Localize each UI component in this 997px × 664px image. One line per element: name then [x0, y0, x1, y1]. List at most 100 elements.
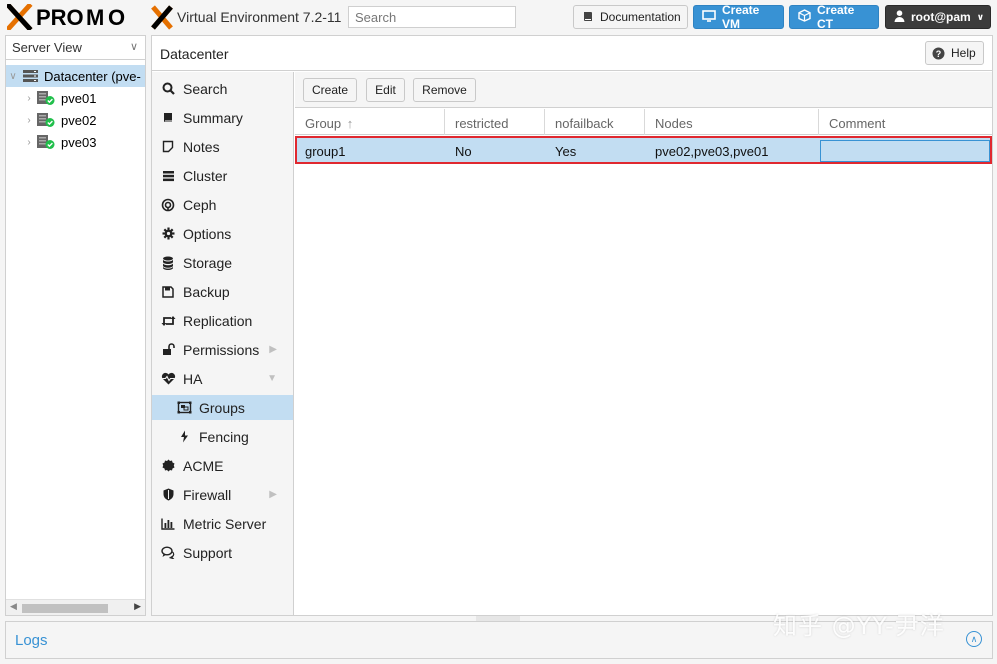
proxmox-logo: PRO M O — [5, 2, 175, 32]
nav-item-support[interactable]: Support — [152, 540, 293, 565]
nav-item-groups[interactable]: Groups — [152, 395, 293, 420]
nav-label: Notes — [183, 138, 220, 155]
nav-label: Backup — [183, 283, 230, 300]
nav-item-ceph[interactable]: Ceph — [152, 192, 293, 217]
nav-item-options[interactable]: Options — [152, 221, 293, 246]
create-vm-button[interactable]: Create VM — [693, 3, 784, 31]
nav-label: HA — [183, 370, 203, 387]
config-nav: Search Summary Notes Cluster Ceph Option… — [152, 72, 294, 615]
tree-item-node[interactable]: › pve03 — [6, 131, 145, 153]
ceph-icon — [160, 198, 176, 212]
help-label: Help — [951, 46, 976, 60]
expand-toggle-icon[interactable]: ∨ — [8, 71, 18, 82]
nav-label: Cluster — [183, 167, 228, 184]
nav-item-acme[interactable]: ACME — [152, 453, 293, 478]
node-online-icon — [36, 90, 56, 106]
nav-label: Replication — [183, 312, 253, 329]
nav-item-fencing[interactable]: Fencing — [152, 424, 293, 449]
nav-item-permissions[interactable]: Permissions ▶ — [152, 337, 293, 362]
tree-item-datacenter[interactable]: ∨ Datacenter (pve- — [6, 65, 145, 87]
user-menu-button[interactable]: root@pam ∨ — [885, 5, 991, 29]
object-group-icon — [176, 401, 192, 414]
nav-item-firewall[interactable]: Firewall ▶ — [152, 482, 293, 507]
tree-item-label: pve01 — [61, 90, 97, 106]
bar-chart-icon — [160, 518, 176, 530]
tree-item-label: pve03 — [61, 134, 97, 150]
heartbeat-icon — [160, 372, 176, 385]
user-label: root@pam — [911, 10, 971, 24]
nav-item-metric-server[interactable]: Metric Server — [152, 511, 293, 536]
nav-label: Ceph — [183, 196, 217, 213]
tree-item-label: Datacenter (pve- — [44, 68, 141, 84]
create-button[interactable]: Create — [303, 78, 357, 102]
scroll-right-icon[interactable]: ▶ — [134, 601, 141, 612]
tree-item-node[interactable]: › pve02 — [6, 109, 145, 131]
book-icon — [160, 112, 176, 124]
monitor-icon — [702, 9, 716, 25]
cell-group: group1 — [305, 144, 346, 159]
column-label: Nodes — [655, 116, 693, 131]
column-header-comment[interactable]: Comment — [819, 109, 992, 135]
nav-item-notes[interactable]: Notes — [152, 134, 293, 159]
svg-text:M: M — [86, 5, 104, 30]
expand-logs-icon[interactable]: ∧ — [966, 631, 982, 647]
svg-text:?: ? — [936, 49, 942, 59]
nav-label: ACME — [183, 457, 224, 474]
caret-down-icon: ▼ — [267, 373, 277, 384]
sort-ascending-icon: ↑ — [346, 116, 354, 131]
nav-item-summary[interactable]: Summary — [152, 105, 293, 130]
nav-item-replication[interactable]: Replication — [152, 308, 293, 333]
nav-label: Options — [183, 225, 232, 242]
chevron-right-icon[interactable]: › — [24, 115, 34, 126]
search-input[interactable] — [348, 6, 516, 28]
nav-label: Firewall — [183, 486, 232, 503]
watermark: 知乎 @YY-尹洋 — [773, 612, 945, 640]
nav-item-cluster[interactable]: Cluster — [152, 163, 293, 188]
nav-item-ha[interactable]: HA ▼ — [152, 366, 293, 391]
datacenter-panel: Datacenter ? Help Search Summary Notes C… — [151, 35, 993, 616]
horizontal-scrollbar[interactable]: ◀ ▶ — [6, 599, 145, 615]
cell-nodes: pve02,pve03,pve01 — [655, 144, 769, 159]
grid-header: Group ↑ restricted nofailback Nodes Comm… — [295, 109, 992, 135]
cell-comment[interactable] — [820, 140, 990, 162]
retweet-icon — [160, 315, 176, 327]
column-header-group[interactable]: Group ↑ — [295, 109, 445, 135]
chevron-down-icon: ∨ — [976, 11, 985, 22]
column-header-restricted[interactable]: restricted — [445, 109, 545, 135]
shield-icon — [160, 488, 176, 501]
nav-label: Search — [183, 80, 228, 97]
documentation-label: Documentation — [600, 10, 681, 24]
documentation-button[interactable]: Documentation — [573, 5, 688, 29]
scrollbar-thumb[interactable] — [22, 604, 108, 613]
logs-title[interactable]: Logs — [15, 632, 48, 649]
caret-right-icon: ▶ — [269, 489, 277, 500]
note-icon — [160, 140, 176, 153]
column-header-nofailback[interactable]: nofailback — [545, 109, 645, 135]
node-online-icon — [36, 112, 56, 128]
create-ct-button[interactable]: Create CT — [789, 3, 879, 31]
chevron-right-icon[interactable]: › — [24, 137, 34, 148]
scroll-left-icon[interactable]: ◀ — [10, 601, 17, 612]
help-button[interactable]: ? Help — [925, 41, 984, 65]
column-label: restricted — [455, 116, 509, 131]
tree-item-label: pve02 — [61, 112, 97, 128]
view-selector-value: Server View — [12, 40, 82, 55]
version-label: Virtual Environment 7.2-11 — [177, 9, 342, 25]
column-header-nodes[interactable]: Nodes — [645, 109, 819, 135]
view-selector[interactable]: Server View ∨ — [6, 36, 145, 60]
svg-text:O: O — [108, 5, 125, 30]
edit-button[interactable]: Edit — [366, 78, 405, 102]
book-icon — [582, 10, 594, 25]
node-online-icon — [36, 134, 56, 150]
nav-label: Metric Server — [183, 515, 267, 532]
database-icon — [160, 256, 176, 270]
create-ct-label: Create CT — [817, 3, 855, 31]
remove-button[interactable]: Remove — [413, 78, 476, 102]
chevron-right-icon[interactable]: › — [24, 93, 34, 104]
tree-item-node[interactable]: › pve01 — [6, 87, 145, 109]
resource-tree: Server View ∨ ∨ Datacenter (pve- › pve01… — [5, 35, 146, 616]
nav-item-search[interactable]: Search — [152, 76, 293, 101]
nav-item-backup[interactable]: Backup — [152, 279, 293, 304]
table-row[interactable]: group1 No Yes pve02,pve03,pve01 — [295, 136, 992, 164]
nav-item-storage[interactable]: Storage — [152, 250, 293, 275]
